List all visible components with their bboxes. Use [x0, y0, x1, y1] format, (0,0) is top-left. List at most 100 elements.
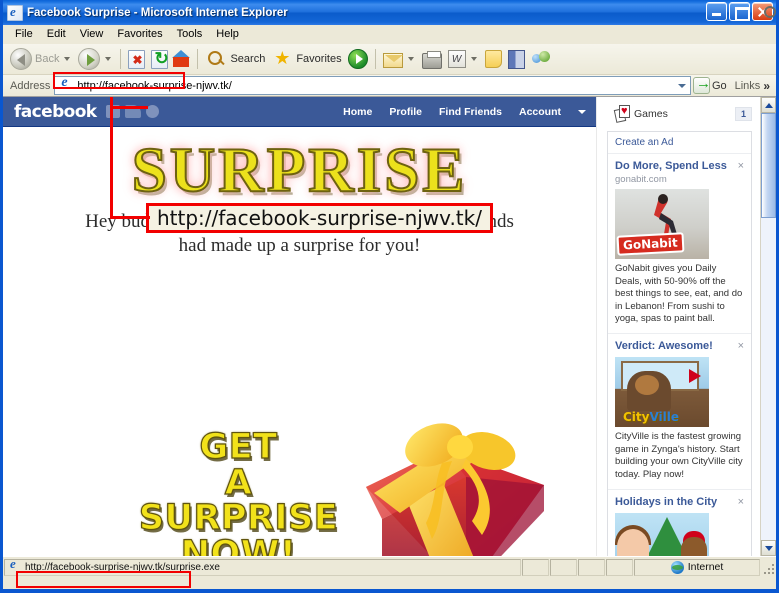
- callout-address-url: http://facebook-surprise-njwv.tk/: [146, 203, 493, 233]
- go-button[interactable]: Go: [691, 75, 732, 94]
- address-bar: Address http://facebook-surprise-njwv.tk…: [3, 75, 776, 97]
- chevron-down-icon[interactable]: [407, 57, 414, 61]
- media-button[interactable]: [345, 46, 371, 72]
- research-book-icon: [507, 49, 525, 69]
- gonabit-logo: GoNabit: [616, 232, 685, 256]
- close-icon[interactable]: ×: [734, 340, 744, 352]
- fb-nav-account[interactable]: Account: [519, 106, 561, 118]
- fb-nav-profile[interactable]: Profile: [389, 106, 422, 118]
- scrollbar-thumb[interactable]: [761, 113, 776, 218]
- menu-item-tools[interactable]: Tools: [170, 27, 210, 41]
- stop-icon[interactable]: [128, 49, 146, 69]
- callout-address-url-text: http://facebook-surprise-njwv.tk/: [157, 206, 482, 230]
- notes-button[interactable]: [482, 46, 505, 72]
- go-arrow-icon: [692, 75, 711, 94]
- links-chevron-icon[interactable]: »: [763, 79, 774, 93]
- edit-word-button[interactable]: W: [445, 46, 482, 72]
- media-play-icon: [347, 49, 368, 69]
- menu-item-favorites[interactable]: Favorites: [110, 27, 169, 41]
- ad-image[interactable]: GoNabit: [615, 188, 709, 259]
- chevron-down-icon[interactable]: [105, 57, 112, 61]
- back-button[interactable]: Back: [7, 46, 75, 72]
- ad-domain: gonabit.com: [615, 173, 667, 185]
- status-cell-2: [550, 558, 577, 576]
- facebook-logo[interactable]: facebook: [3, 102, 97, 122]
- fb-nav-find-friends[interactable]: Find Friends: [439, 106, 502, 118]
- mail-button[interactable]: [380, 46, 419, 72]
- ad-item[interactable]: Do More, Spend Less × gonabit.com GoNabi…: [608, 154, 751, 335]
- scroll-down-button[interactable]: [761, 540, 776, 556]
- title-bar: Facebook Surprise - Microsoft Internet E…: [3, 0, 776, 25]
- mail-icon: [382, 53, 403, 68]
- messenger-button[interactable]: [528, 46, 554, 72]
- chevron-down-icon[interactable]: [64, 57, 71, 61]
- page-icon: [8, 556, 22, 574]
- fb-nav-home[interactable]: Home: [343, 106, 372, 118]
- maximize-button[interactable]: [729, 2, 750, 21]
- create-an-ad-link[interactable]: Create an Ad: [608, 132, 751, 154]
- ad-title[interactable]: Do More, Spend Less: [615, 160, 734, 173]
- cta-line-3: NOW!: [180, 534, 297, 556]
- chevron-down-icon[interactable]: [470, 57, 477, 61]
- facebook-top-bar: facebook Home Profile Find Friends Accou…: [3, 97, 596, 127]
- ad-header: Do More, Spend Less ×: [615, 160, 744, 173]
- search-label: Search: [230, 53, 266, 65]
- address-dropdown-icon[interactable]: [674, 77, 690, 94]
- page-icon: [58, 75, 74, 94]
- window-controls: [706, 2, 773, 21]
- toolbar-separator: [120, 49, 122, 69]
- resize-grip[interactable]: [760, 560, 774, 574]
- scroll-up-button[interactable]: [761, 97, 776, 113]
- address-input[interactable]: http://facebook-surprise-njwv.tk/: [54, 75, 691, 95]
- browser-window: Facebook Surprise - Microsoft Internet E…: [0, 0, 779, 593]
- ad-title[interactable]: Holidays in the City: [615, 496, 734, 509]
- back-arrow-icon: [10, 48, 32, 70]
- minimize-button[interactable]: [706, 2, 727, 21]
- status-bar: http://facebook-surprise-njwv.tk/surpris…: [3, 556, 776, 577]
- ad-item[interactable]: Holidays in the City × CityVille: [608, 490, 751, 556]
- word-icon: W: [447, 50, 466, 68]
- links-label[interactable]: Links: [732, 80, 764, 92]
- ad-title[interactable]: Verdict: Awesome!: [615, 340, 734, 353]
- menu-item-edit[interactable]: Edit: [40, 27, 73, 41]
- globe-icon: [670, 560, 684, 574]
- toolbar-separator: [374, 49, 376, 69]
- security-zone-cell[interactable]: Internet: [634, 558, 760, 576]
- star-icon: ★: [274, 48, 291, 68]
- close-icon[interactable]: ×: [734, 496, 744, 508]
- window-title: Facebook Surprise - Microsoft Internet E…: [27, 6, 288, 19]
- page-scrollbar-vertical[interactable]: [760, 97, 776, 556]
- ad-header: Holidays in the City ×: [615, 496, 744, 509]
- refresh-icon[interactable]: [151, 49, 169, 69]
- facebook-sidebar: Games 1 Create an Ad Do More, Spend Less…: [596, 97, 760, 556]
- playing-cards-icon: [615, 104, 630, 121]
- ad-item[interactable]: Verdict: Awesome! × CityVille CityVille …: [608, 334, 751, 490]
- status-cell-3: [578, 558, 605, 576]
- search-button[interactable]: Search: [202, 46, 268, 72]
- toolbar: Back Search ★ Favorites: [3, 44, 776, 75]
- menu-bar: File Edit View Favorites Tools Help: [3, 25, 776, 44]
- facebook-nav: Home Profile Find Friends Account: [343, 106, 586, 118]
- close-icon[interactable]: ×: [734, 160, 744, 172]
- printer-icon: [421, 50, 442, 69]
- ad-image[interactable]: CityVille: [615, 357, 709, 428]
- ie-document-icon: [7, 4, 23, 21]
- forward-button[interactable]: [75, 46, 116, 72]
- address-label: Address: [10, 79, 51, 92]
- scrollbar-track[interactable]: [761, 113, 776, 540]
- favorites-button[interactable]: ★ Favorites: [268, 46, 344, 72]
- page-headline: SURPRISE: [131, 135, 468, 205]
- ad-panel: Create an Ad Do More, Spend Less × gonab…: [607, 131, 752, 556]
- menu-item-help[interactable]: Help: [209, 27, 246, 41]
- print-button[interactable]: [419, 46, 445, 72]
- ad-image[interactable]: CityVille: [615, 512, 709, 556]
- gift-box-image[interactable]: [348, 415, 558, 556]
- cta-text[interactable]: GET A SURPRISE NOW!: [121, 429, 356, 556]
- menu-item-view[interactable]: View: [73, 27, 111, 41]
- research-button[interactable]: [505, 46, 528, 72]
- sidebar-item-games[interactable]: Games 1: [607, 104, 760, 121]
- menu-item-file[interactable]: File: [8, 27, 40, 41]
- ad-body: GoNabit gives you Daily Deals, with 50-9…: [615, 262, 743, 325]
- home-icon[interactable]: [171, 48, 193, 70]
- account-chevron-down-icon[interactable]: [578, 109, 586, 114]
